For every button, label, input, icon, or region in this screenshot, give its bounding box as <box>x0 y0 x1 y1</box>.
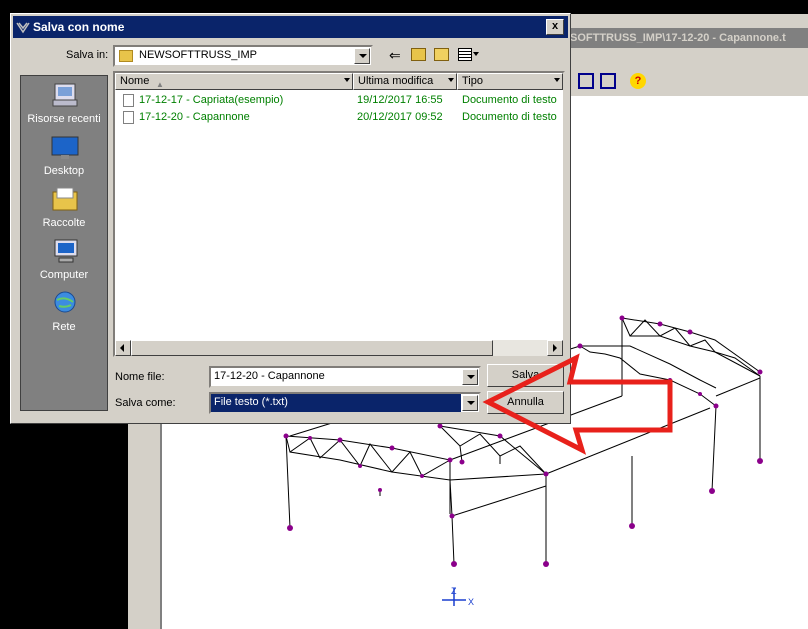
chevron-down-icon[interactable] <box>462 395 478 411</box>
libraries-icon <box>52 187 78 211</box>
background-toolbar: ? <box>560 68 808 97</box>
sort-up-icon: ▲ <box>156 80 164 89</box>
places-bar: Risorse recenti Desktop Raccolte Compute… <box>20 75 108 411</box>
folder-icon <box>119 50 133 62</box>
back-arrow-icon[interactable]: ⇐ <box>389 47 401 64</box>
chevron-down-icon[interactable] <box>462 369 478 385</box>
file-modified: 20/12/2017 09:52 <box>357 111 443 123</box>
place-desktop[interactable]: Desktop <box>21 132 107 182</box>
red-annotation-arrow <box>482 353 673 455</box>
text-document-icon <box>123 94 134 107</box>
computer-icon <box>54 239 78 263</box>
dialog-title: Salva con nome <box>33 20 125 34</box>
place-recent[interactable]: Risorse recenti <box>21 80 107 130</box>
layout-vertical-icon[interactable] <box>600 73 616 89</box>
place-label: Computer <box>39 269 89 281</box>
place-libraries[interactable]: Raccolte <box>21 184 107 234</box>
close-button[interactable]: x <box>546 19 564 35</box>
column-dropdown-icon[interactable] <box>554 78 560 82</box>
scroll-thumb[interactable] <box>131 340 493 356</box>
network-icon <box>54 291 76 313</box>
dialog-title-bar[interactable]: Salva con nome x <box>13 16 568 38</box>
up-folder-icon[interactable] <box>411 48 426 61</box>
filename-input[interactable]: 17-12-20 - Capannone <box>209 366 481 388</box>
column-dropdown-icon[interactable] <box>448 78 454 82</box>
new-folder-icon[interactable] <box>434 48 449 61</box>
place-network[interactable]: Rete <box>21 288 107 338</box>
help-icon[interactable]: ? <box>630 73 646 89</box>
scroll-left-button[interactable] <box>115 340 131 356</box>
arrow-left-icon <box>120 344 124 352</box>
recent-places-icon <box>52 83 78 107</box>
save-in-dropdown[interactable]: NEWSOFTTRUSS_IMP <box>113 45 373 67</box>
background-app-title: SOFTTRUSS_IMP\17-12-20 - Capannone.t <box>560 28 808 48</box>
file-type: Documento di testo <box>462 111 557 123</box>
view-menu-chevron-icon[interactable] <box>473 52 479 56</box>
place-label: Raccolte <box>42 217 86 229</box>
desktop-icon <box>51 136 79 159</box>
savetype-dropdown[interactable]: File testo (*.txt) <box>209 392 481 414</box>
file-row[interactable]: 17-12-20 - Capannone 20/12/2017 09:52 Do… <box>115 109 563 126</box>
text-document-icon <box>123 111 134 124</box>
axis-label-x: X <box>468 597 474 607</box>
savetype-value: File testo (*.txt) <box>214 396 288 408</box>
save-in-value: NEWSOFTTRUSS_IMP <box>139 49 257 61</box>
layout-horizontal-icon[interactable] <box>578 73 594 89</box>
filename-value: 17-12-20 - Capannone <box>214 370 325 382</box>
file-name: 17-12-20 - Capannone <box>139 111 250 123</box>
column-dropdown-icon[interactable] <box>344 78 350 82</box>
place-computer[interactable]: Computer <box>21 236 107 286</box>
file-type: Documento di testo <box>462 94 557 106</box>
column-header-type[interactable]: Tipo <box>457 73 563 90</box>
chevron-down-icon[interactable] <box>354 48 370 64</box>
axis-label-z: Z <box>451 586 457 596</box>
place-label: Desktop <box>43 165 85 177</box>
save-in-label: Salva in: <box>66 49 109 61</box>
file-modified: 19/12/2017 16:55 <box>357 94 443 106</box>
place-label: Rete <box>52 321 76 333</box>
app-logo-icon <box>16 22 30 34</box>
place-label: Risorse recenti <box>27 113 101 125</box>
view-menu-icon[interactable] <box>458 48 472 61</box>
file-list[interactable]: Nome ▲ Ultima modifica Tipo 17-12-17 - C… <box>113 71 565 357</box>
file-name: 17-12-17 - Capriata(esempio) <box>139 94 284 106</box>
column-header-name[interactable]: Nome ▲ <box>115 73 353 90</box>
column-header-modified[interactable]: Ultima modifica <box>353 73 457 90</box>
filename-label: Nome file: <box>115 371 165 383</box>
savetype-label: Salva come: <box>115 397 176 409</box>
file-row[interactable]: 17-12-17 - Capriata(esempio) 19/12/2017 … <box>115 92 563 109</box>
